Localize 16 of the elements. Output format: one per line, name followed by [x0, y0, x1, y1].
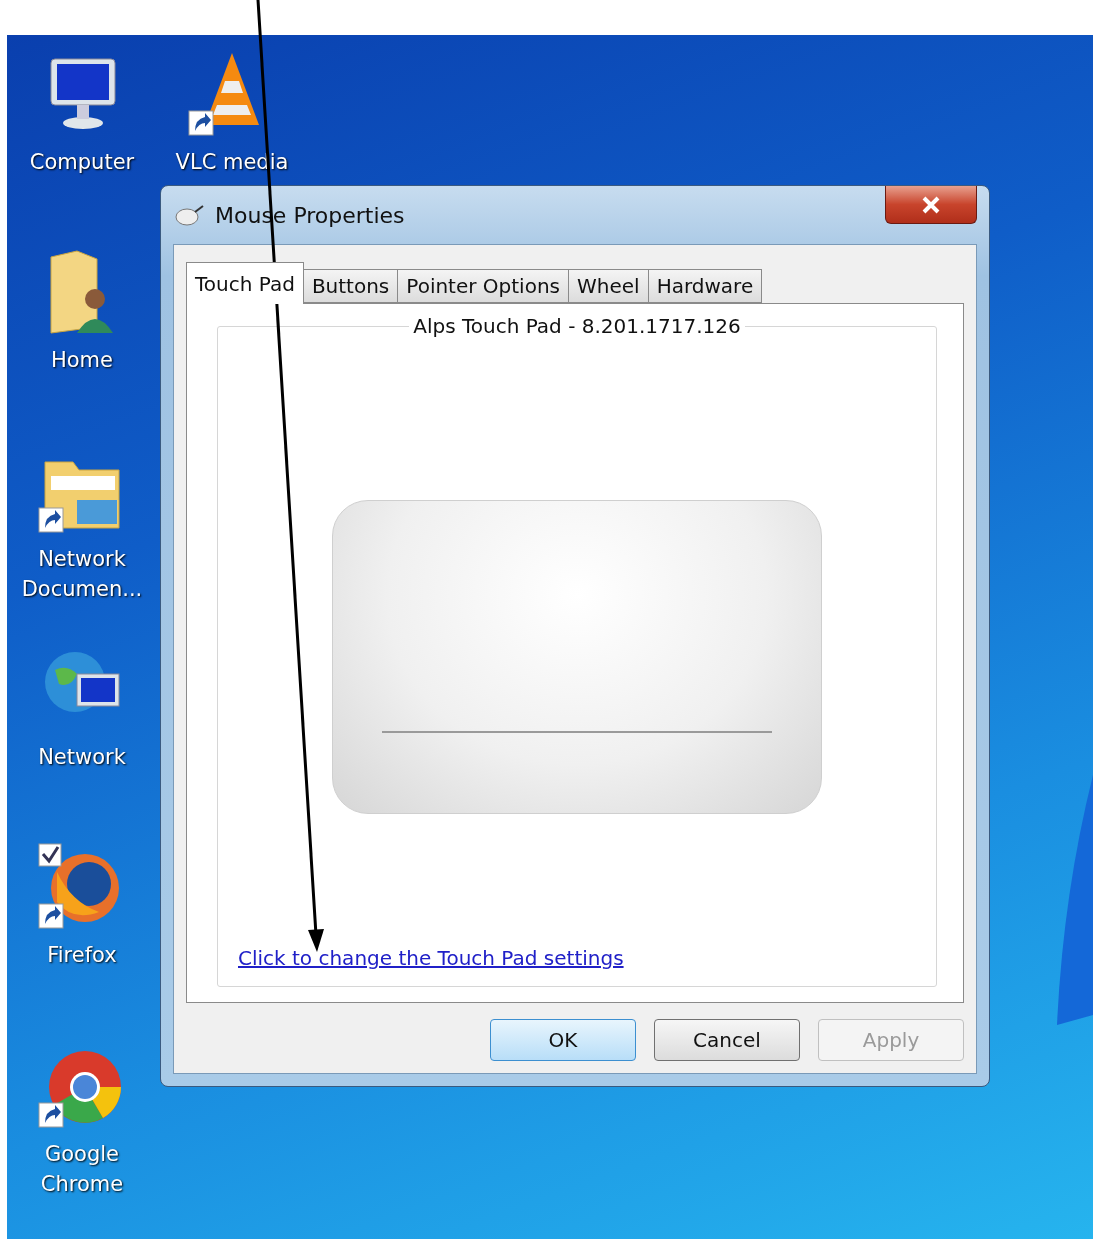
tab[interactable]: Pointer Options: [397, 269, 569, 303]
close-button[interactable]: [885, 186, 977, 224]
mouse-icon: [175, 204, 205, 226]
desktop-icon-label[interactable]: Home: [12, 345, 152, 376]
settings-link[interactable]: Click to change the Touch Pad settings: [238, 946, 624, 970]
tab[interactable]: Buttons: [302, 269, 399, 303]
dialog-button[interactable]: Cancel: [654, 1019, 800, 1061]
desktop-icon-label[interactable]: Firefox: [12, 940, 152, 971]
desktop-icon-label[interactable]: Network Documen...: [12, 543, 152, 604]
desktop-icon-label[interactable]: Network: [12, 742, 152, 772]
tab[interactable]: Touch Pad: [186, 262, 304, 304]
tab[interactable]: Wheel: [568, 269, 649, 303]
dialog-button[interactable]: OK: [490, 1019, 636, 1061]
close-icon: [922, 195, 940, 214]
tab[interactable]: Hardware: [647, 269, 763, 303]
desktop-icon-label[interactable]: Computer: [12, 147, 152, 177]
